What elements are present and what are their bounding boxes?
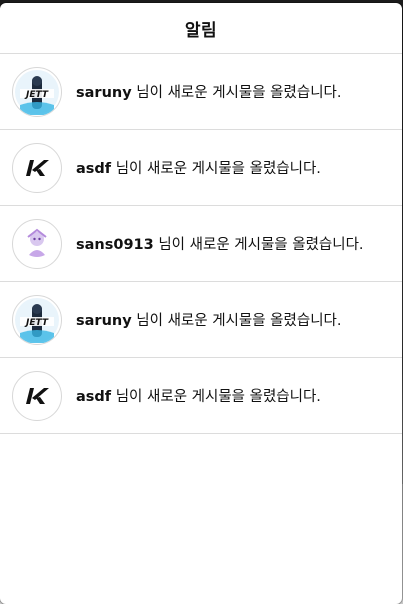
notification-message: 님이 새로운 게시물을 올렸습니다.: [136, 85, 342, 101]
notification-item[interactable]: JETT saruny 님이 새로운 게시물을 올렸습니다.: [0, 282, 402, 358]
notification-item[interactable]: asdf 님이 새로운 게시물을 올렸습니다.: [0, 130, 402, 206]
jett-avatar-icon: JETT: [12, 294, 62, 345]
modal-title: 알림: [0, 3, 402, 54]
notification-text: saruny 님이 새로운 게시물을 올렸습니다.: [76, 309, 341, 330]
notification-item[interactable]: asdf 님이 새로운 게시물을 올렸습니다.: [0, 358, 402, 434]
k-logo-icon: [12, 370, 62, 421]
notification-message: 님이 새로운 게시물을 올렸습니다.: [115, 161, 321, 177]
purple-character-icon: [12, 218, 62, 269]
notifications-modal: 알림 JETT saruny 님이 새로운 게시물을 올렸습니다. asdf 님…: [0, 3, 402, 604]
notification-username: sans0913: [76, 237, 154, 253]
notification-text: asdf 님이 새로운 게시물을 올렸습니다.: [76, 157, 321, 178]
notification-username: saruny: [76, 313, 132, 329]
svg-text:JETT: JETT: [24, 90, 49, 100]
notification-item[interactable]: sans0913 님이 새로운 게시물을 올렸습니다.: [0, 206, 402, 282]
notification-item[interactable]: JETT saruny 님이 새로운 게시물을 올렸습니다.: [0, 54, 402, 130]
jett-avatar-icon: JETT: [12, 66, 62, 117]
notification-text: saruny 님이 새로운 게시물을 올렸습니다.: [76, 81, 341, 102]
notification-username: asdf: [76, 389, 112, 405]
notification-text: sans0913 님이 새로운 게시물을 올렸습니다.: [76, 233, 364, 254]
k-logo-icon: [12, 142, 62, 193]
notification-username: saruny: [76, 85, 132, 101]
notification-username: asdf: [76, 161, 112, 177]
notification-text: asdf 님이 새로운 게시물을 올렸습니다.: [76, 385, 321, 406]
notification-list: JETT saruny 님이 새로운 게시물을 올렸습니다. asdf 님이 새…: [0, 54, 402, 434]
notification-message: 님이 새로운 게시물을 올렸습니다.: [136, 313, 342, 329]
svg-text:JETT: JETT: [24, 318, 49, 328]
notification-message: 님이 새로운 게시물을 올렸습니다.: [115, 389, 321, 405]
notification-message: 님이 새로운 게시물을 올렸습니다.: [158, 237, 364, 253]
